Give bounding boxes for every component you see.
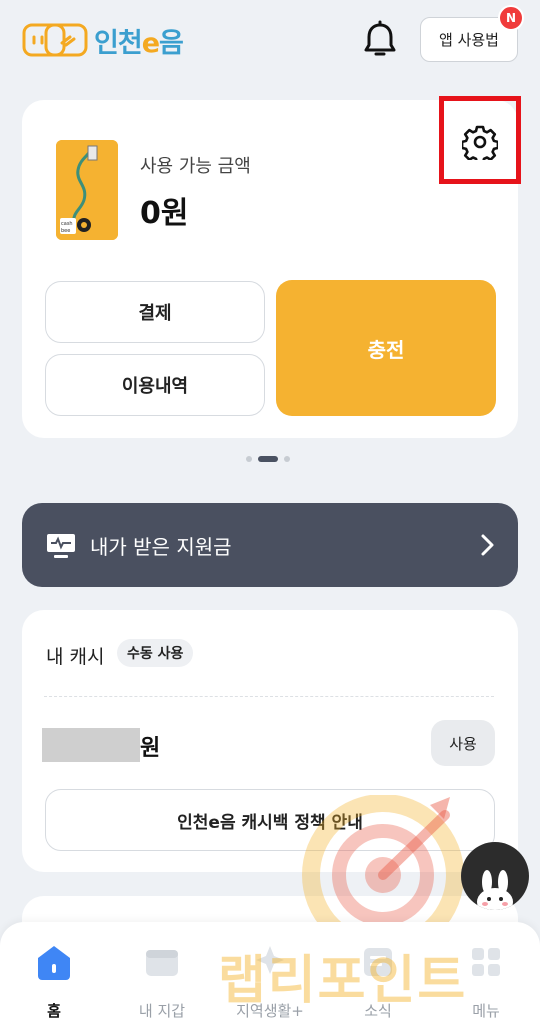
subsidy-banner[interactable]: 내가 받은 지원금 [22, 503, 518, 587]
cash-unit: 원 [140, 736, 161, 761]
nav-local-life-label: 지역생활+ [236, 1002, 304, 1020]
charge-button[interactable]: 충전 [276, 280, 496, 416]
wallet-icon [146, 950, 178, 976]
app-header: 인천e음 앱 사용법 N [0, 0, 540, 80]
nav-wallet[interactable]: 내 지갑 [108, 936, 216, 1026]
card-brand-text-2: bee [61, 228, 70, 234]
available-amount-value: 0원 [140, 196, 189, 231]
chevron-right-icon [481, 534, 494, 556]
pager-dot[interactable] [246, 456, 252, 462]
carousel-pager [246, 456, 290, 462]
nav-home[interactable]: 홈 [0, 936, 108, 1026]
cash-amount-masked [42, 728, 140, 762]
bottom-navigation: 홈 내 지갑 지역생활+ 소식 메뉴 [0, 922, 540, 1035]
cashback-policy-button[interactable]: 인천e음 캐시백 정책 안내 [45, 789, 495, 851]
usage-history-button[interactable]: 이용내역 [45, 354, 265, 416]
news-icon [364, 948, 392, 976]
pay-button[interactable]: 결제 [45, 281, 265, 343]
dashed-divider [44, 696, 494, 697]
nav-news[interactable]: 소식 [324, 936, 432, 1026]
notification-bell-icon[interactable] [362, 20, 398, 58]
home-icon [38, 946, 70, 980]
nav-news-label: 소식 [364, 1002, 392, 1020]
menu-icon [472, 948, 500, 976]
nav-local-life[interactable]: 지역생활+ [216, 936, 324, 1026]
pager-dot-active[interactable] [258, 456, 278, 462]
rabbit-mascot-icon [477, 870, 513, 910]
chatbot-button[interactable] [461, 842, 529, 910]
available-amount-label: 사용 가능 금액 [140, 156, 251, 177]
new-badge: N [498, 5, 524, 31]
nav-wallet-label: 내 지갑 [138, 1002, 186, 1020]
card-art-icon: cash bee [56, 140, 118, 240]
subsidy-label: 내가 받은 지원금 [90, 535, 232, 559]
local-life-icon [256, 946, 284, 974]
card-brand-text: cash [61, 221, 73, 227]
nav-home-label: 홈 [47, 1002, 61, 1020]
nav-menu-label: 메뉴 [472, 1002, 500, 1020]
balance-card: cash bee 사용 가능 금액 0원 결제 이용내역 충전 [22, 96, 521, 438]
cashbee-card-image[interactable]: cash bee [56, 140, 118, 240]
monitor-pulse-icon [47, 534, 75, 558]
my-cash-card: 내 캐시 수동 사용 원 사용 인천e음 캐시백 정책 안내 [22, 610, 518, 872]
logo-text: 인천e음 [94, 27, 184, 59]
manual-use-badge: 수동 사용 [117, 639, 194, 667]
pager-dot[interactable] [284, 456, 290, 462]
logo-card-icon [22, 23, 88, 57]
my-cash-title: 내 캐시 [46, 646, 105, 668]
nav-menu[interactable]: 메뉴 [432, 936, 540, 1026]
gear-icon[interactable] [462, 124, 498, 160]
use-cash-button[interactable]: 사용 [431, 720, 495, 766]
app-logo[interactable]: 인천e음 [22, 20, 184, 60]
